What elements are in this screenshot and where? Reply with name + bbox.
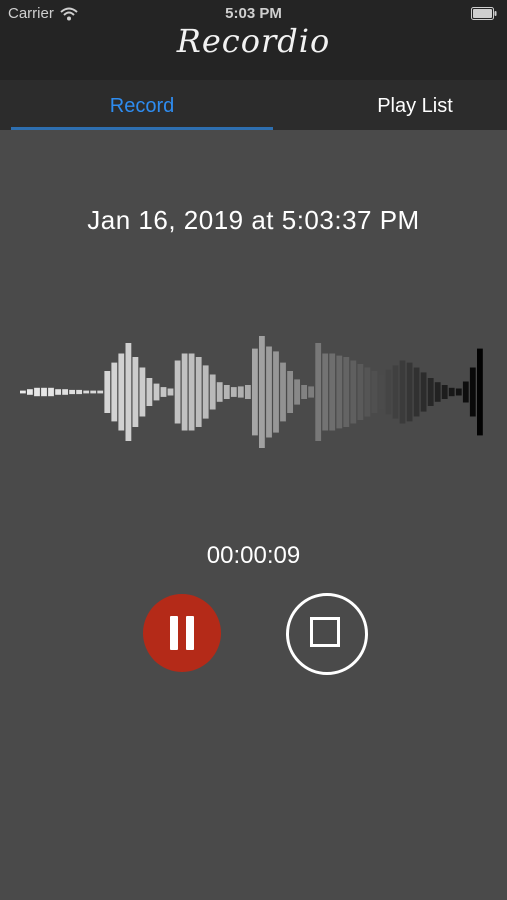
- waveform-bar: [413, 367, 420, 417]
- tab-record[interactable]: Record: [11, 80, 273, 130]
- waveform-bar: [132, 357, 139, 427]
- pause-icon-bar: [170, 616, 178, 650]
- waveform-bar: [343, 357, 350, 427]
- waveform-bar: [55, 389, 61, 395]
- waveform-bar: [90, 390, 97, 394]
- waveform-bar: [455, 388, 462, 396]
- waveform-bar: [308, 386, 314, 398]
- waveform-bar: [294, 379, 300, 405]
- waveform-bar: [167, 388, 174, 396]
- waveform-bar: [27, 389, 33, 395]
- waveform-bar: [174, 360, 181, 424]
- waveform-bar: [34, 387, 40, 397]
- waveform-bar: [139, 367, 146, 417]
- waveform-bar: [20, 390, 26, 394]
- waveform-bar: [252, 348, 258, 436]
- waveform-bar: [245, 385, 251, 399]
- waveform-bar: [83, 390, 90, 394]
- waveform-bar: [399, 360, 406, 424]
- waveform-bar: [118, 353, 125, 431]
- waveform-bar: [434, 382, 441, 402]
- tab-bar: Record Play List: [0, 80, 507, 130]
- waveform-bar: [216, 382, 223, 402]
- waveform-bar: [420, 372, 427, 412]
- waveform-bar: [273, 351, 279, 433]
- waveform-bar: [371, 371, 378, 413]
- waveform-bar: [153, 383, 160, 401]
- active-tab-indicator: [11, 127, 273, 130]
- waveform-bar: [427, 378, 434, 406]
- waveform-bar: [441, 385, 448, 399]
- waveform-bar: [202, 365, 209, 419]
- waveform-bar: [462, 381, 469, 403]
- audio-waveform: [20, 336, 483, 448]
- top-bar: Carrier 5:03 PM Recordio: [0, 0, 507, 80]
- waveform-bar: [357, 364, 364, 420]
- stop-button[interactable]: [286, 593, 368, 675]
- waveform-bar: [469, 367, 476, 417]
- waveform-bar: [125, 343, 132, 441]
- waveform-bar: [76, 389, 82, 395]
- waveform-bar: [385, 369, 392, 415]
- waveform-bar: [146, 378, 153, 406]
- battery-icon: [471, 7, 497, 20]
- waveform-bar: [195, 357, 202, 427]
- waveform-bar: [301, 385, 307, 399]
- tab-play-list[interactable]: Play List: [284, 80, 507, 130]
- waveform-bar: [223, 385, 230, 399]
- waveform-bar: [378, 374, 385, 410]
- elapsed-timer: 00:00:09: [206, 542, 301, 569]
- waveform-bar: [181, 353, 188, 431]
- waveform-bar: [336, 355, 343, 429]
- waveform-bar: [237, 386, 244, 398]
- waveform-bar: [315, 343, 322, 441]
- waveform-bar: [104, 371, 111, 413]
- waveform-bar: [350, 360, 357, 424]
- waveform-bar: [364, 367, 371, 417]
- waveform-bar: [266, 346, 272, 438]
- waveform-bar: [69, 389, 75, 395]
- waveform-bar: [62, 389, 68, 395]
- waveform-bar: [160, 387, 167, 397]
- waveform-bar: [287, 371, 293, 413]
- waveform-bar: [97, 390, 104, 394]
- waveform-bar: [209, 374, 216, 410]
- stop-icon: [310, 617, 340, 647]
- waveform-bar: [41, 387, 47, 397]
- waveform-bar: [448, 387, 455, 397]
- waveform-bar: [230, 387, 237, 397]
- waveform-bar: [322, 353, 329, 431]
- waveform-bar: [406, 362, 413, 422]
- pause-button[interactable]: [143, 594, 221, 672]
- pause-icon-bar: [186, 616, 194, 650]
- waveform-bar: [48, 387, 54, 397]
- waveform-bar: [477, 348, 483, 436]
- status-time: 5:03 PM: [225, 5, 282, 22]
- waveform-bar: [188, 353, 195, 431]
- app-title: Recordio: [176, 22, 331, 60]
- waveform-bar: [392, 365, 399, 419]
- waveform-bar: [280, 362, 286, 422]
- waveform-bar: [329, 353, 336, 431]
- recording-date: Jan 16, 2019 at 5:03:37 PM: [87, 205, 420, 235]
- waveform-bar: [111, 362, 118, 422]
- waveform-bar: [259, 336, 265, 448]
